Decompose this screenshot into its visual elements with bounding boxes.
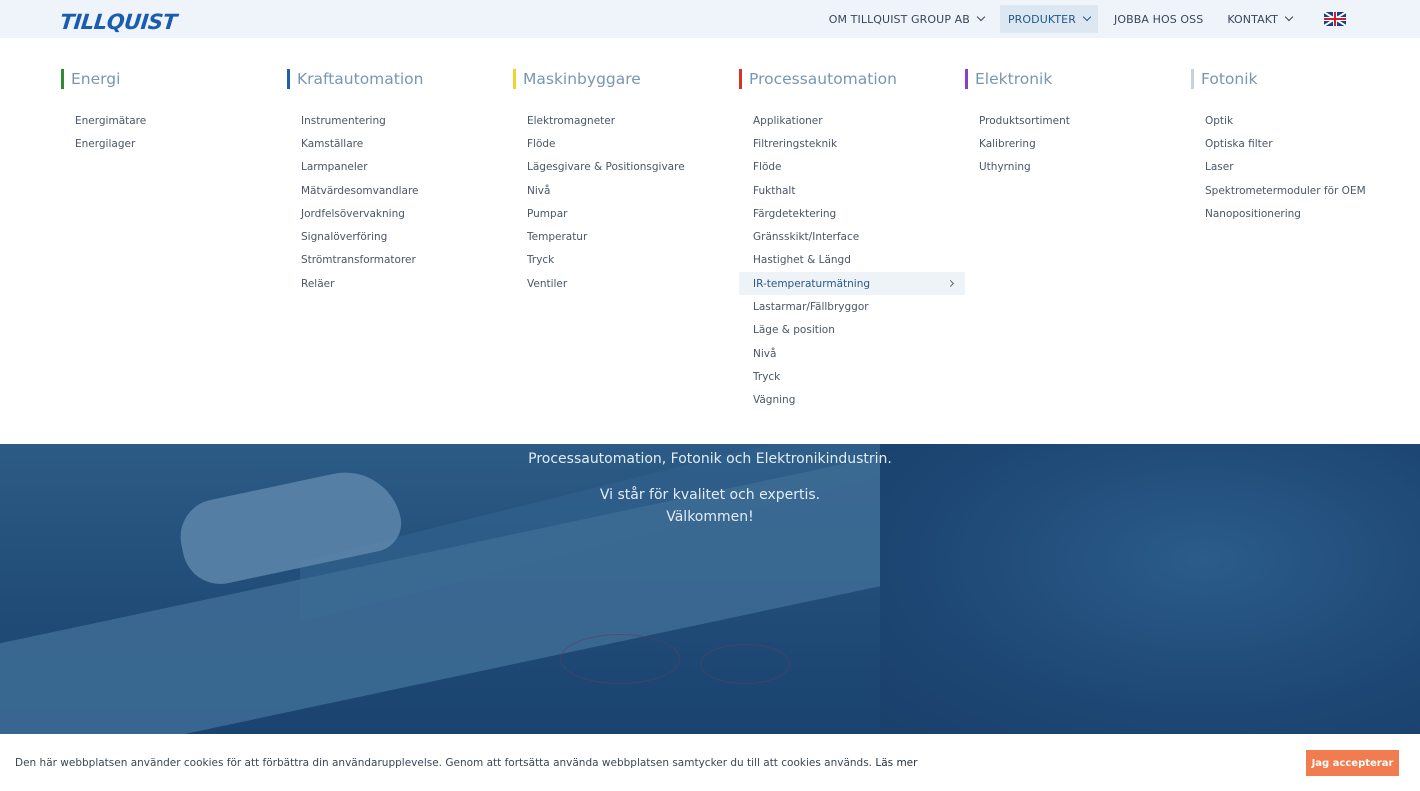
menu-item[interactable]: Signalöverföring	[287, 225, 513, 248]
hero-tagline: Processautomation, Fotonik och Elektroni…	[528, 451, 892, 467]
tillquist-logo[interactable]: TILLQUIST	[58, 10, 178, 36]
menu-item[interactable]: Larmpaneler	[287, 156, 513, 179]
menu-item[interactable]: Kalibrering	[965, 132, 1191, 155]
menu-item[interactable]: Tryck	[739, 365, 965, 388]
menu-item[interactable]: Kamställare	[287, 132, 513, 155]
menu-item[interactable]: Strömtransformatorer	[287, 249, 513, 272]
menu-item[interactable]: Reläer	[287, 272, 513, 295]
accent-bar	[1191, 69, 1194, 89]
nav-item-kontakt[interactable]: KONTAKT	[1219, 5, 1300, 33]
nav-item-jobba-hos-oss[interactable]: JOBBA HOS OSS	[1106, 5, 1211, 33]
menu-item[interactable]: Nanopositionering	[1191, 202, 1417, 225]
nav-item-om-tillquist[interactable]: OM TILLQUIST GROUP AB	[821, 5, 992, 33]
menu-item[interactable]: Färgdetektering	[739, 202, 965, 225]
menu-item[interactable]: Nivå	[739, 342, 965, 365]
menu-item[interactable]: Flöde	[739, 156, 965, 179]
column-list: Elektromagneter Flöde Lägesgivare & Posi…	[513, 109, 739, 295]
menu-item[interactable]: Applikationer	[739, 109, 965, 132]
menu-item[interactable]: Produktsortiment	[965, 109, 1191, 132]
column-title-label: Fotonik	[1201, 70, 1258, 88]
menu-item[interactable]: Hastighet & Längd	[739, 249, 965, 272]
nav-item-label: PRODUKTER	[1007, 12, 1076, 26]
column-title[interactable]: Fotonik	[1191, 69, 1417, 89]
top-nav-bar: TILLQUIST OM TILLQUIST GROUP AB PRODUKTE…	[0, 0, 1420, 38]
menu-item[interactable]: Jordfelsövervakning	[287, 202, 513, 225]
column-title[interactable]: Kraftautomation	[287, 69, 513, 89]
column-title-label: Elektronik	[975, 70, 1053, 88]
cookie-text: Den här webbplatsen använder cookies för…	[15, 757, 917, 769]
menu-item[interactable]: Gränsskikt/Interface	[739, 225, 965, 248]
chevron-down-icon	[976, 12, 986, 22]
hero-section: Processautomation, Fotonik och Elektroni…	[0, 444, 1420, 734]
accent-bar	[513, 69, 516, 89]
menu-column-processautomation: Processautomation Applikationer Filtreri…	[739, 69, 965, 412]
menu-item[interactable]: Pumpar	[513, 202, 739, 225]
menu-item[interactable]: Mätvärdesomvandlare	[287, 179, 513, 202]
menu-column-fotonik: Fotonik Optik Optiska filter Laser Spekt…	[1191, 69, 1417, 225]
hero-welcome-text: Välkommen!	[666, 509, 754, 525]
cookie-banner: Den här webbplatsen använder cookies för…	[0, 734, 1420, 791]
menu-item-highlighted[interactable]: IR-temperaturmätning	[739, 272, 965, 296]
column-title[interactable]: Elektronik	[965, 69, 1191, 89]
menu-item[interactable]: Uthyrning	[965, 156, 1191, 179]
nav-item-produkter[interactable]: PRODUKTER	[999, 5, 1098, 33]
menu-item-label: IR-temperaturmätning	[753, 277, 871, 290]
column-list: Applikationer Filtreringsteknik Flöde Fu…	[739, 109, 965, 412]
menu-item[interactable]: Nivå	[513, 179, 739, 202]
menu-column-kraftautomation: Kraftautomation Instrumentering Kamställ…	[287, 69, 513, 295]
nav-item-label: JOBBA HOS OSS	[1113, 12, 1204, 26]
menu-item[interactable]: Elektromagneter	[513, 109, 739, 132]
menu-item[interactable]: Vägning	[739, 389, 965, 412]
menu-item[interactable]: Lägesgivare & Positionsgivare	[513, 156, 739, 179]
menu-item[interactable]: Filtreringsteknik	[739, 132, 965, 155]
nav-item-label: OM TILLQUIST GROUP AB	[828, 12, 970, 26]
column-title-label: Kraftautomation	[297, 70, 424, 88]
chevron-down-icon	[1082, 12, 1092, 22]
menu-item[interactable]: Läge & position	[739, 319, 965, 342]
hero-quality-text: Vi står för kvalitet och expertis.	[599, 487, 821, 503]
accent-bar	[739, 69, 742, 89]
cookie-message: Den här webbplatsen använder cookies för…	[15, 757, 873, 769]
main-nav: OM TILLQUIST GROUP AB PRODUKTER JOBBA HO…	[821, 0, 1420, 38]
column-title[interactable]: Maskinbyggare	[513, 69, 739, 89]
menu-item[interactable]: Temperatur	[513, 225, 739, 248]
menu-item[interactable]: Instrumentering	[287, 109, 513, 132]
column-list: Instrumentering Kamställare Larmpaneler …	[287, 109, 513, 295]
hero-background-shape	[560, 634, 680, 684]
nav-item-label: KONTAKT	[1227, 12, 1278, 26]
column-title-label: Maskinbyggare	[523, 70, 641, 88]
uk-flag-icon[interactable]	[1324, 12, 1346, 26]
accept-cookies-button[interactable]: Jag accepterar	[1306, 750, 1399, 776]
menu-item[interactable]: Lastarmar/Fällbryggor	[739, 295, 965, 318]
menu-column-energi: Energi Energimätare Energilager	[61, 69, 287, 156]
column-title-label: Processautomation	[749, 70, 897, 88]
menu-item[interactable]: Energilager	[61, 132, 287, 155]
accent-bar	[287, 69, 290, 89]
column-list: Produktsortiment Kalibrering Uthyrning	[965, 109, 1191, 179]
accent-bar	[61, 69, 64, 89]
column-title-label: Energi	[71, 70, 121, 88]
menu-column-maskinbyggare: Maskinbyggare Elektromagneter Flöde Läge…	[513, 69, 739, 295]
menu-item[interactable]: Optik	[1191, 109, 1417, 132]
products-mega-menu: Energi Energimätare Energilager Kraftaut…	[0, 38, 1420, 444]
read-more-link[interactable]: Läs mer	[875, 757, 917, 769]
menu-item[interactable]: Energimätare	[61, 109, 287, 132]
menu-item[interactable]: Spektrometermoduler för OEM	[1191, 179, 1417, 202]
column-title[interactable]: Energi	[61, 69, 287, 89]
menu-item[interactable]: Flöde	[513, 132, 739, 155]
menu-item[interactable]: Laser	[1191, 156, 1417, 179]
column-title[interactable]: Processautomation	[739, 69, 965, 89]
menu-column-elektronik: Elektronik Produktsortiment Kalibrering …	[965, 69, 1191, 179]
chevron-right-icon	[946, 280, 955, 288]
logo-text: TILLQUIST	[58, 10, 178, 34]
menu-item[interactable]: Ventiler	[513, 272, 739, 295]
column-list: Energimätare Energilager	[61, 109, 287, 156]
column-list: Optik Optiska filter Laser Spektrometerm…	[1191, 109, 1417, 225]
hero-background-shape	[700, 644, 790, 684]
menu-item[interactable]: Fukthalt	[739, 179, 965, 202]
menu-item[interactable]: Tryck	[513, 249, 739, 272]
accent-bar	[965, 69, 968, 89]
chevron-down-icon	[1284, 12, 1294, 22]
menu-item[interactable]: Optiska filter	[1191, 132, 1417, 155]
